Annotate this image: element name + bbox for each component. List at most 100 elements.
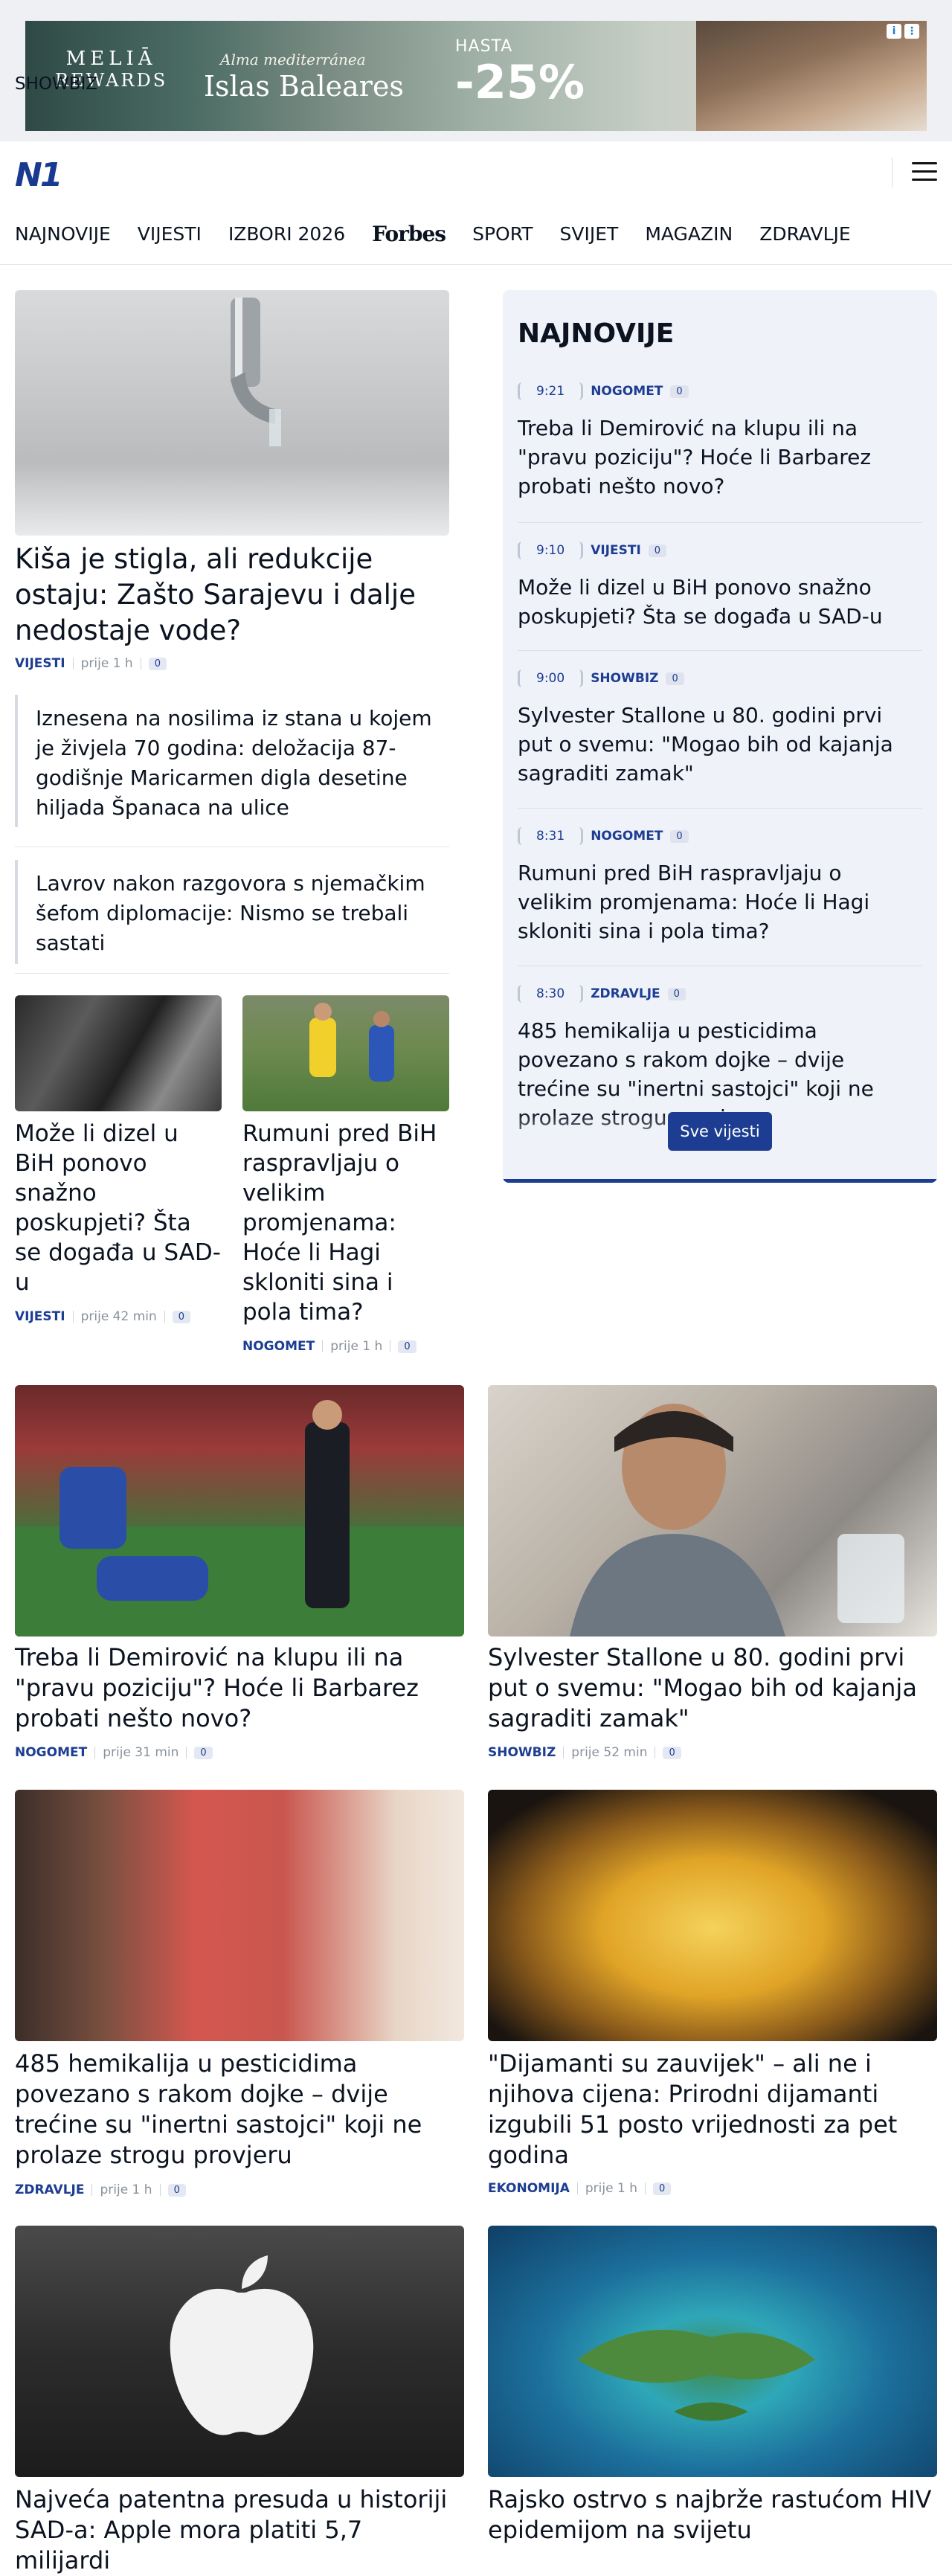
- hamburger-menu-icon[interactable]: [912, 162, 937, 183]
- feed-item[interactable]: 9:21 NOGOMET 0 Treba li Demirović na klu…: [518, 382, 922, 501]
- n1-logo[interactable]: N1: [15, 156, 62, 194]
- feed-title[interactable]: Sylvester Stallone u 80. godini prvi put…: [518, 701, 922, 788]
- feed-category[interactable]: SHOWBIZ: [591, 671, 658, 686]
- comment-count-badge[interactable]: 0: [670, 385, 689, 398]
- ad-banner-area: MELIĀ REWARDS Alma mediterránea Islas Ba…: [0, 0, 952, 141]
- grid-image-football[interactable]: [15, 1385, 464, 1637]
- nav-item-sport[interactable]: SPORT: [472, 223, 533, 245]
- meta-separator: [91, 2184, 93, 2196]
- comment-count-badge[interactable]: 0: [667, 987, 686, 1000]
- article-category[interactable]: NOGOMET: [242, 1339, 315, 1354]
- ad-info-icon[interactable]: i: [887, 24, 901, 39]
- lead-article-meta: VIJESTI prije 1 h 0: [15, 656, 167, 671]
- feed-title[interactable]: Može li dizel u BiH ponovo snažno poskup…: [518, 573, 922, 631]
- small-card-title[interactable]: Rumuni pred BiH raspravljaju o velikim p…: [242, 1119, 449, 1327]
- nav-item-vijesti[interactable]: VIJESTI: [138, 223, 202, 245]
- comment-count-badge[interactable]: 0: [172, 1310, 191, 1323]
- feed-title[interactable]: Treba li Demirović na klupu ili na "prav…: [518, 414, 922, 501]
- grid-article-title[interactable]: Sylvester Stallone u 80. godini prvi put…: [488, 1642, 937, 1734]
- feed-category[interactable]: NOGOMET: [591, 384, 663, 399]
- lead-article-title[interactable]: Kiša je stigla, ali redukcije ostaju: Za…: [15, 542, 449, 649]
- apple-logo-icon: [170, 2255, 314, 2435]
- article-category[interactable]: EKONOMIJA: [488, 2181, 570, 2196]
- article-category[interactable]: VIJESTI: [15, 1309, 65, 1324]
- meta-separator: [654, 1747, 656, 1758]
- ad-banner[interactable]: MELIĀ REWARDS Alma mediterránea Islas Ba…: [25, 21, 927, 131]
- small-card-image-football[interactable]: [242, 995, 449, 1111]
- nav-item-showbiz[interactable]: SHOWBIZ: [15, 74, 97, 94]
- nav-item-forbes[interactable]: Forbes: [372, 222, 446, 246]
- feed-separator: [518, 808, 922, 809]
- meta-separator: [94, 1747, 96, 1758]
- feed-time: 8:31: [518, 827, 584, 845]
- grid-image-diamond[interactable]: [488, 1790, 937, 2041]
- comment-count-badge[interactable]: 0: [194, 1746, 213, 1759]
- comment-count-badge[interactable]: 0: [663, 1746, 681, 1759]
- island-illustration: [577, 2330, 815, 2421]
- grid-image-woman[interactable]: [15, 1790, 464, 2041]
- related-article-2[interactable]: Lavrov nakon razgovora s njemačkim šefom…: [15, 860, 449, 964]
- feed-item[interactable]: 9:10 VIJESTI 0 Može li dizel u BiH ponov…: [518, 542, 922, 631]
- comment-count-badge[interactable]: 0: [670, 829, 689, 843]
- grid-image-island[interactable]: [488, 2226, 937, 2477]
- nav-item-magazin[interactable]: MAGAZIN: [645, 223, 733, 245]
- nav-item-izbori[interactable]: IZBORI 2026: [228, 223, 345, 245]
- feed-title[interactable]: Rumuni pred BiH raspravljaju o velikim p…: [518, 858, 922, 945]
- comment-count-badge[interactable]: 0: [167, 2183, 186, 2197]
- comment-count-badge[interactable]: 0: [398, 1340, 416, 1353]
- comment-count-badge[interactable]: 0: [666, 672, 684, 685]
- ad-more-icon[interactable]: ⋮: [904, 24, 919, 39]
- meta-separator: [563, 1747, 565, 1758]
- small-card-title[interactable]: Može li dizel u BiH ponovo snažno poskup…: [15, 1119, 222, 1297]
- related-article-1[interactable]: Iznesena na nosilima iz stana u kojem je…: [15, 695, 449, 827]
- article-time: prije 52 min: [571, 1745, 648, 1760]
- grid-article-title[interactable]: Treba li Demirović na klupu ili na "prav…: [15, 1642, 464, 1734]
- article-time: prije 1 h: [330, 1339, 383, 1354]
- feed-item[interactable]: 8:30 ZDRAVLJE 0 485 hemikalija u pestici…: [518, 985, 922, 1132]
- faucet-illustration: [231, 298, 281, 446]
- grid-image-stallone[interactable]: [488, 1385, 937, 1637]
- grid-image-apple[interactable]: [15, 2226, 464, 2477]
- ad-choices[interactable]: i ⋮: [887, 24, 919, 39]
- lead-article-image[interactable]: [15, 290, 449, 536]
- article-time: prije 1 h: [80, 656, 133, 671]
- nav-item-najnovije[interactable]: NAJNOVIJE: [15, 223, 111, 245]
- article-category[interactable]: VIJESTI: [15, 656, 65, 671]
- ad-subtitle: Alma mediterránea: [220, 51, 366, 68]
- feed-item[interactable]: 8:31 NOGOMET 0 Rumuni pred BiH raspravlj…: [518, 827, 922, 945]
- comment-count-badge[interactable]: 0: [648, 544, 667, 557]
- article-category[interactable]: NOGOMET: [15, 1745, 87, 1760]
- article-time: prije 1 h: [585, 2181, 637, 2196]
- feed-category[interactable]: VIJESTI: [591, 543, 641, 558]
- meta-separator: [72, 658, 74, 669]
- site-header: N1: [0, 141, 952, 201]
- article-time: prije 1 h: [100, 2182, 152, 2197]
- ad-title: Islas Baleares: [204, 70, 404, 103]
- feed-category[interactable]: ZDRAVLJE: [591, 986, 660, 1001]
- all-news-button[interactable]: Sve vijesti: [668, 1112, 772, 1151]
- grid-article-title[interactable]: 485 hemikalija u pesticidima povezano s …: [15, 2049, 464, 2171]
- meta-separator: [164, 1311, 165, 1323]
- feed-time: 9:00: [518, 669, 584, 687]
- feed-item[interactable]: 9:00 SHOWBIZ 0 Sylvester Stallone u 80. …: [518, 669, 922, 788]
- article-category[interactable]: ZDRAVLJE: [15, 2182, 84, 2197]
- meta-separator: [72, 1311, 74, 1323]
- grid-article-title[interactable]: Rajsko ostrvo s najbrže rastućom HIV epi…: [488, 2485, 937, 2546]
- comment-count-badge[interactable]: 0: [652, 2182, 672, 2195]
- nav-item-zdravlje[interactable]: ZDRAVLJE: [759, 223, 850, 245]
- ad-discount: -25%: [455, 55, 585, 109]
- grid-article-title[interactable]: "Dijamanti su zauvijek" – ali ne i njiho…: [488, 2049, 937, 2171]
- comment-count-badge[interactable]: 0: [148, 657, 167, 670]
- feed-time: 9:21: [518, 382, 584, 400]
- grid-article-title[interactable]: Najveća patentna presuda u historiji SAD…: [15, 2485, 464, 2576]
- feed-separator: [518, 522, 922, 523]
- small-card-meta: VIJESTI prije 42 min 0: [15, 1309, 191, 1324]
- meta-separator: [322, 1340, 324, 1352]
- feed-category[interactable]: NOGOMET: [591, 829, 663, 844]
- football-scene-illustration: [15, 1400, 464, 1637]
- panel-title: NAJNOVIJE: [518, 318, 675, 349]
- nav-item-svijet[interactable]: SVIJET: [560, 223, 619, 245]
- article-time: prije 42 min: [80, 1309, 157, 1324]
- article-category[interactable]: SHOWBIZ: [488, 1745, 556, 1760]
- small-card-image-fuel[interactable]: [15, 995, 222, 1111]
